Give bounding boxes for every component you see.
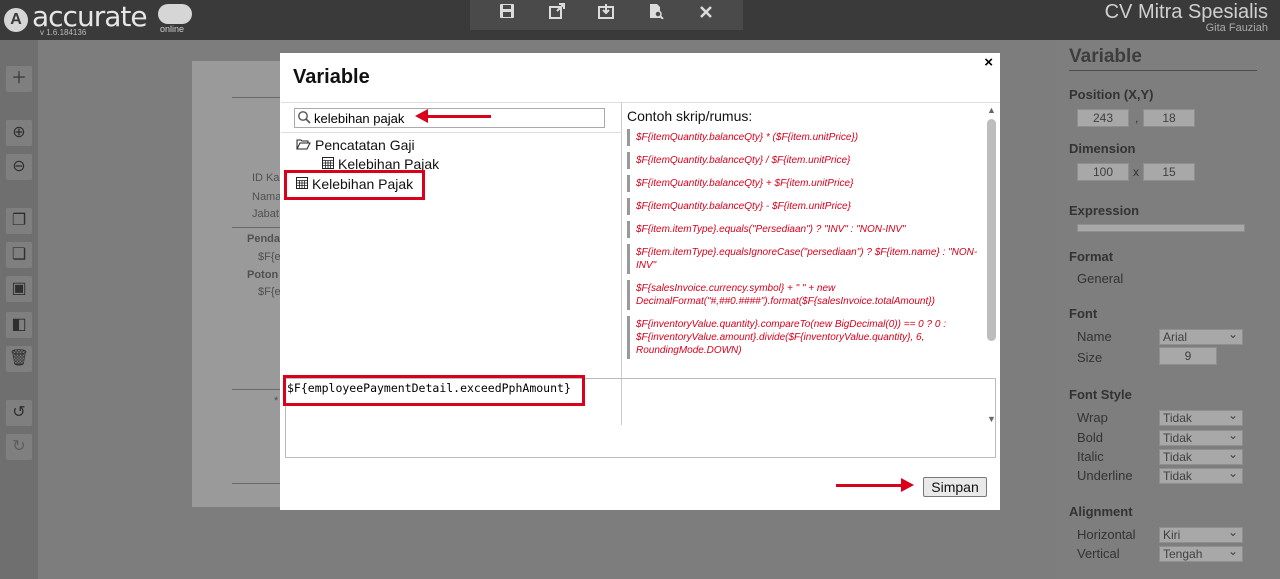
app-version: v 1.6.184136 [40,28,87,37]
annotation-arrow-save [836,478,914,492]
annotation-arrow-search [415,109,491,123]
save-icon[interactable] [495,3,519,27]
logo-subtitle: online [160,24,185,34]
font-label: Font [1069,306,1098,321]
redo-icon[interactable]: ↻ [6,434,32,460]
example-item[interactable]: $F{itemQuantity.balanceQty} - $F{item.un… [627,198,983,215]
close-icon[interactable] [694,3,718,27]
position-label: Position (X,Y) [1069,87,1154,102]
example-item[interactable]: $F{itemQuantity.balanceQty} * ($F{item.u… [627,129,983,146]
format-label: Format [1069,249,1114,264]
canvas-label: * [274,395,279,407]
left-toolbar: ＋ ⊕ ⊖ ❐ ❏ ▣ ◧ 🗑 ↺ ↻ [0,40,38,579]
import-icon[interactable] [594,3,618,27]
delete-icon[interactable]: 🗑 [6,346,32,372]
variable-dialog: Variable × kelebihan pajak Pencatatan Ga… [280,53,1000,510]
report-canvas: ID Ka Nama Jabat Penda $F{e Poton $F{e * [192,61,292,507]
canvas-label: Penda [247,233,281,245]
logo-badge: A [4,8,28,32]
italic-label: Italic [1077,449,1104,464]
dialog-title: Variable [293,66,370,88]
accurate-logo: A accurate v 1.6.184136 online [2,0,202,38]
wrap-select[interactable]: Tidak [1159,408,1243,426]
add-icon[interactable]: ＋ [6,66,32,92]
underline-label: Underline [1077,468,1133,483]
horizontal-label: Horizontal [1077,527,1136,542]
properties-panel: Variable Position (X,Y) 243 , 18 Dimensi… [1055,40,1280,579]
company-name: CV Mitra Spesialis [1104,1,1268,23]
example-item[interactable]: $F{itemQuantity.balanceQty} / $F{item.un… [627,152,983,169]
scroll-thumb[interactable] [987,119,996,341]
examples-scrollbar[interactable]: ▲ ▼ [984,103,1000,425]
export-icon[interactable] [545,3,569,27]
example-item[interactable]: $F{itemQuantity.balanceQty} + $F{item.un… [627,175,983,192]
alignment-label: Alignment [1069,504,1133,519]
vertical-label: Vertical [1077,546,1120,561]
highlight-box [283,375,585,406]
zoom-in-icon[interactable]: ⊕ [6,120,32,146]
canvas-label: Poton [247,269,279,281]
search-icon [298,111,311,124]
zoom-out-icon[interactable]: ⊖ [6,154,32,180]
bold-label: Bold [1077,430,1104,445]
example-item[interactable]: $F{inventoryValue.quantity}.compareTo(ne… [627,316,983,359]
expression-label: Expression [1069,203,1140,218]
examples-title: Contoh skrip/rumus: [627,108,753,124]
dimension-label: Dimension [1069,141,1136,156]
expression-input[interactable] [1077,224,1245,232]
horizontal-select[interactable]: Kiri [1159,525,1243,543]
designer-toolbar [470,0,743,30]
wrap-label: Wrap [1077,410,1108,425]
search-value: kelebihan pajak [314,111,405,126]
dimension-width-input[interactable]: 100 [1077,163,1129,181]
format-value[interactable]: General [1077,271,1123,286]
copy-icon[interactable]: ❐ [6,208,32,234]
bring-front-icon[interactable]: ▣ [6,276,32,302]
font-size-input[interactable]: 9 [1159,347,1217,365]
highlight-box [284,170,425,200]
preview-icon[interactable] [644,3,668,27]
dimension-height-input[interactable]: 15 [1143,163,1195,181]
app-header: A accurate v 1.6.184136 online CV Mitra … [0,0,1280,40]
variable-search-input[interactable]: kelebihan pajak [294,108,605,128]
example-item[interactable]: $F{salesInvoice.currency.symbol} + " " +… [627,280,983,310]
example-item[interactable]: $F{item.itemType}.equals("Persediaan") ?… [627,221,983,238]
canvas-label: ID Ka [252,172,280,184]
company-info: CV Mitra Spesialis Gita Fauziah [1105,1,1268,34]
vertical-select[interactable]: Tengah [1159,544,1243,562]
props-title: Variable [1069,46,1257,71]
bold-select[interactable]: Tidak [1159,428,1243,446]
canvas-label: $F{e [258,286,281,298]
send-back-icon[interactable]: ◧ [6,312,32,338]
dimension-separator: x [1133,165,1139,179]
example-item[interactable]: $F{item.itemType}.equalsIgnoreCase("pers… [627,244,983,274]
canvas-label: Jabat [252,208,279,220]
tree-folder-label: Pencatatan Gaji [315,137,415,153]
font-style-label: Font Style [1069,387,1132,402]
underline-select[interactable]: Tidak [1159,466,1243,484]
undo-icon[interactable]: ↺ [6,400,32,426]
cloud-icon [158,4,192,24]
examples-list: $F{itemQuantity.balanceQty} * ($F{item.u… [627,129,983,365]
font-size-label: Size [1077,350,1103,365]
calculator-icon [322,157,334,169]
italic-select[interactable]: Tidak [1159,447,1243,465]
position-y-input[interactable]: 18 [1143,109,1195,127]
canvas-label: $F{e [258,251,281,263]
font-name-label: Name [1077,329,1112,344]
canvas-label: Nama [252,191,282,203]
position-x-input[interactable]: 243 [1077,109,1129,127]
paste-icon[interactable]: ❏ [6,242,32,268]
folder-open-icon [296,139,311,150]
save-button[interactable]: Simpan [923,477,987,497]
examples-pane: Contoh skrip/rumus: $F{itemQuantity.bala… [622,102,1000,425]
position-separator: , [1135,111,1139,125]
tree-folder-pencatatan-gaji[interactable]: Pencatatan Gaji [296,137,415,153]
dialog-close-icon[interactable]: × [984,54,993,71]
scroll-up-icon[interactable]: ▲ [987,105,996,115]
pane-divider [281,132,622,133]
font-name-select[interactable]: Arial [1159,327,1243,345]
